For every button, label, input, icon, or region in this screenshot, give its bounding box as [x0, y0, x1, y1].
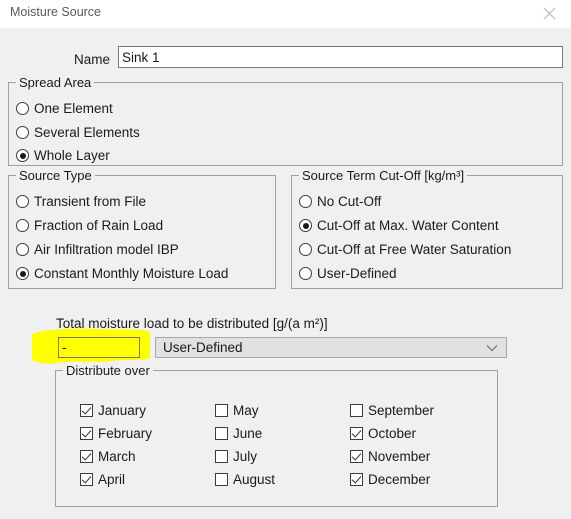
- window-titlebar: Moisture Source: [0, 0, 571, 28]
- total-load-label: Total moisture load to be distributed [g…: [56, 316, 328, 331]
- name-input[interactable]: [118, 46, 563, 68]
- close-button[interactable]: [527, 0, 571, 27]
- checkbox-label: July: [233, 449, 258, 464]
- checkbox-icon-checked: [350, 450, 363, 463]
- radio-icon: [299, 243, 312, 256]
- radio-user-defined-cutoff[interactable]: User-Defined: [299, 266, 397, 281]
- distribute-over-title: Distribute over: [63, 363, 153, 378]
- checkbox-label: November: [368, 449, 431, 464]
- checkbox-icon-checked: [80, 427, 93, 440]
- radio-label: Transient from File: [34, 194, 147, 209]
- checkbox-label: February: [98, 426, 153, 441]
- checkbox-label: March: [98, 449, 136, 464]
- checkbox-february[interactable]: February: [80, 426, 152, 441]
- checkbox-june[interactable]: June: [215, 426, 262, 441]
- total-load-input[interactable]: [58, 337, 140, 358]
- radio-label: Constant Monthly Moisture Load: [34, 266, 229, 281]
- radio-label: Cut-Off at Max. Water Content: [317, 218, 499, 233]
- radio-label: Fraction of Rain Load: [34, 218, 164, 233]
- spread-area-title: Spread Area: [16, 75, 95, 90]
- radio-constant-monthly-moisture-load[interactable]: Constant Monthly Moisture Load: [16, 266, 228, 281]
- checkbox-icon-checked: [80, 450, 93, 463]
- checkbox-october[interactable]: October: [350, 426, 416, 441]
- radio-whole-layer[interactable]: Whole Layer: [16, 148, 110, 163]
- total-load-dropdown[interactable]: User-Defined: [155, 337, 507, 358]
- checkbox-label: June: [233, 426, 263, 441]
- source-term-cutoff-title: Source Term Cut-Off [kg/m³]: [299, 168, 468, 183]
- checkbox-label: September: [368, 403, 435, 418]
- checkbox-icon-checked: [80, 404, 93, 417]
- total-load-dropdown-value: User-Defined: [163, 340, 243, 355]
- radio-icon: [16, 219, 29, 232]
- checkbox-label: April: [98, 472, 126, 487]
- checkbox-icon-checked: [80, 473, 93, 486]
- radio-label: Whole Layer: [34, 148, 110, 163]
- radio-transient-from-file[interactable]: Transient from File: [16, 194, 146, 209]
- radio-label: Air Infiltration model IBP: [34, 242, 179, 257]
- name-label: Name: [73, 52, 110, 67]
- checkbox-label: January: [98, 403, 147, 418]
- checkbox-icon: [215, 404, 228, 417]
- radio-air-infiltration-model-ibp[interactable]: Air Infiltration model IBP: [16, 242, 179, 257]
- checkbox-december[interactable]: December: [350, 472, 430, 487]
- radio-icon: [299, 267, 312, 280]
- radio-icon: [16, 243, 29, 256]
- radio-label: User-Defined: [317, 266, 397, 281]
- radio-cut-off-at-free-water-saturation[interactable]: Cut-Off at Free Water Saturation: [299, 242, 511, 257]
- radio-label: Several Elements: [34, 125, 140, 140]
- checkbox-may[interactable]: May: [215, 403, 259, 418]
- radio-icon-selected: [16, 267, 29, 280]
- checkbox-july[interactable]: July: [215, 449, 257, 464]
- radio-cut-off-at-max-water-content[interactable]: Cut-Off at Max. Water Content: [299, 218, 499, 233]
- window-title: Moisture Source: [10, 5, 102, 19]
- checkbox-label: December: [368, 472, 431, 487]
- checkbox-label: October: [368, 426, 417, 441]
- close-icon: [543, 7, 555, 20]
- source-type-title: Source Type: [16, 168, 95, 183]
- chevron-down-icon: [486, 345, 498, 352]
- radio-fraction-of-rain-load[interactable]: Fraction of Rain Load: [16, 218, 163, 233]
- radio-label: Cut-Off at Free Water Saturation: [317, 242, 512, 257]
- radio-label: No Cut-Off: [317, 194, 382, 209]
- radio-icon-selected: [16, 149, 29, 162]
- checkbox-november[interactable]: November: [350, 449, 430, 464]
- radio-label: One Element: [34, 101, 113, 116]
- checkbox-icon: [215, 473, 228, 486]
- checkbox-march[interactable]: March: [80, 449, 136, 464]
- radio-icon: [299, 195, 312, 208]
- checkbox-label: August: [233, 472, 276, 487]
- radio-icon: [16, 126, 29, 139]
- radio-icon: [16, 102, 29, 115]
- checkbox-april[interactable]: April: [80, 472, 125, 487]
- checkbox-icon: [215, 427, 228, 440]
- checkbox-icon: [350, 404, 363, 417]
- checkbox-icon: [215, 450, 228, 463]
- radio-several-elements[interactable]: Several Elements: [16, 125, 140, 140]
- radio-one-element[interactable]: One Element: [16, 101, 113, 116]
- checkbox-september[interactable]: September: [350, 403, 434, 418]
- radio-icon: [16, 195, 29, 208]
- radio-icon-selected: [299, 219, 312, 232]
- checkbox-icon-checked: [350, 473, 363, 486]
- checkbox-label: May: [233, 403, 259, 418]
- checkbox-august[interactable]: August: [215, 472, 275, 487]
- radio-no-cut-off[interactable]: No Cut-Off: [299, 194, 381, 209]
- checkbox-icon-checked: [350, 427, 363, 440]
- checkbox-january[interactable]: January: [80, 403, 146, 418]
